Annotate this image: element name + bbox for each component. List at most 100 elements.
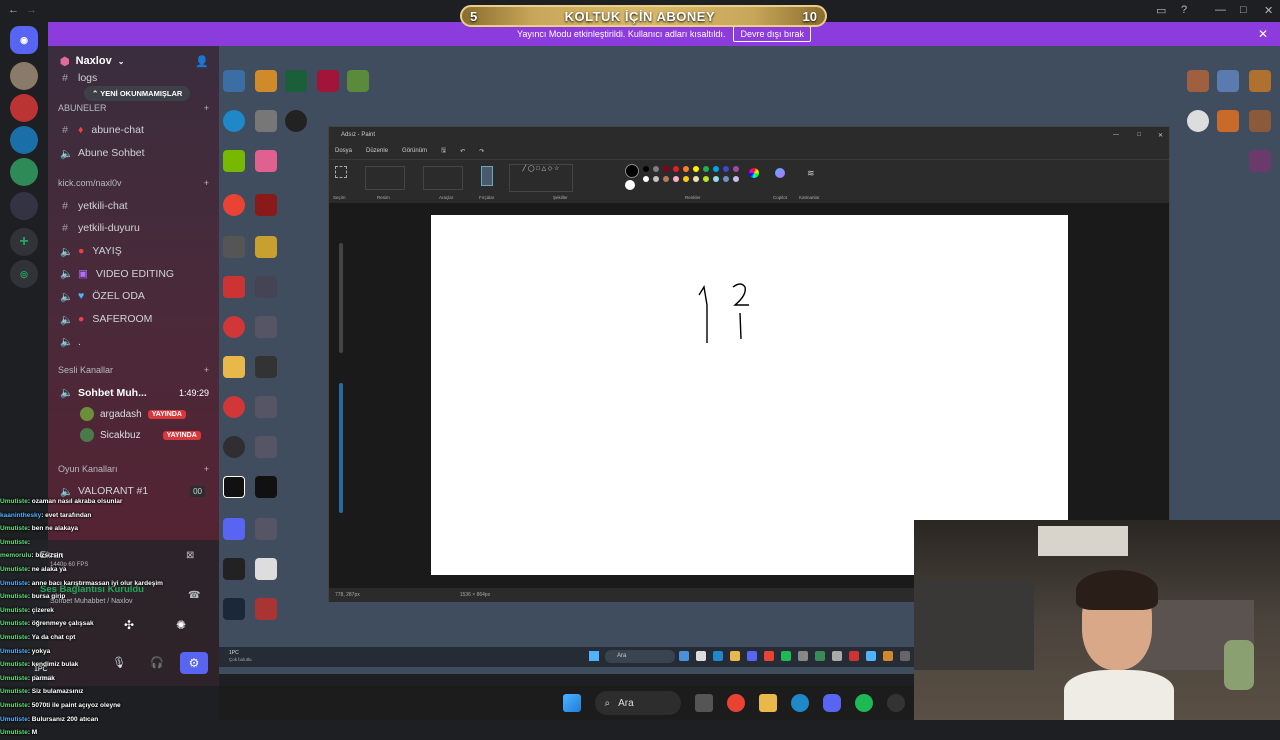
app-icon[interactable] <box>255 236 277 258</box>
color-swatch[interactable] <box>673 166 679 172</box>
category-kick[interactable]: kick.com/naxl0v + <box>48 172 219 194</box>
app-icon[interactable] <box>255 316 277 338</box>
app-icon[interactable] <box>255 276 277 298</box>
channel-video-editing[interactable]: 🔈 ▣ VIDEO EDITING <box>48 262 219 285</box>
add-channel-icon[interactable]: + <box>204 365 209 375</box>
channel-yayis[interactable]: 🔈 ● YAYIŞ <box>48 240 219 263</box>
epic-games-icon[interactable] <box>223 558 245 580</box>
channel-saferoom[interactable]: 🔈 ● SAFEROOM <box>48 308 219 331</box>
taskbar-app-icon[interactable] <box>815 651 825 661</box>
app-icon[interactable] <box>255 110 277 132</box>
copilot-icon[interactable] <box>775 168 785 178</box>
color-swatch[interactable] <box>733 176 739 182</box>
window-close-icon[interactable]: ✕ <box>1264 4 1273 17</box>
back-arrow-icon[interactable]: ← <box>8 4 19 16</box>
color-swatch[interactable] <box>713 176 719 182</box>
valorant-icon[interactable] <box>317 70 339 92</box>
disable-streamer-mode-button[interactable]: Devre dışı bırak <box>733 26 811 42</box>
layers-icon[interactable]: ≋ <box>807 168 815 179</box>
taskbar-app-icon[interactable] <box>832 651 842 661</box>
discord-icon[interactable] <box>822 694 841 712</box>
server-icon[interactable] <box>10 192 38 220</box>
capcut-icon[interactable] <box>223 476 245 498</box>
channel-dot[interactable]: 🔈. <box>48 331 219 354</box>
taskbar-app-icon[interactable] <box>883 651 893 661</box>
taskbar-app-icon[interactable] <box>764 651 774 661</box>
color-swatch[interactable] <box>663 166 669 172</box>
riot-client-icon[interactable] <box>223 396 245 418</box>
opacity-slider[interactable] <box>339 383 343 513</box>
menu-edit[interactable]: Düzenle <box>366 148 388 154</box>
nvidia-icon[interactable] <box>223 150 245 172</box>
menu-file[interactable]: Dosya <box>335 148 352 154</box>
maximize-icon[interactable]: □ <box>1137 132 1141 138</box>
close-icon[interactable]: ✕ <box>1158 132 1163 139</box>
add-channel-icon[interactable]: + <box>204 178 209 188</box>
edit-colors-icon[interactable] <box>749 168 759 178</box>
brush-icon[interactable] <box>481 166 493 186</box>
taskbar-app-icon[interactable] <box>713 651 723 661</box>
invite-icon[interactable]: 👤 <box>195 55 209 68</box>
file-explorer-icon[interactable] <box>758 694 777 712</box>
help-icon[interactable]: ? <box>1181 4 1187 16</box>
rockstar-icon[interactable] <box>1187 110 1209 132</box>
taskbar-app-icon[interactable] <box>798 651 808 661</box>
color-swatch[interactable] <box>653 176 659 182</box>
channel-abune-sohbet[interactable]: 🔈 Abune Sohbet <box>48 142 219 165</box>
league-icon[interactable] <box>285 70 307 92</box>
color-swatch[interactable] <box>673 176 679 182</box>
channel-ozel-oda[interactable]: 🔈 ♥ ÖZEL ODA <box>48 285 219 308</box>
selection-icon[interactable] <box>335 166 347 178</box>
channel-yetkili-duyuru[interactable]: # yetkili-duyuru <box>48 217 219 240</box>
spotify-icon[interactable] <box>854 694 873 712</box>
app-icon[interactable] <box>255 558 277 580</box>
taskbar-app-icon[interactable] <box>781 651 791 661</box>
color-swatch[interactable] <box>723 166 729 172</box>
start-icon[interactable] <box>589 651 599 661</box>
explore-icon[interactable]: ◎ <box>10 260 38 288</box>
obs-icon[interactable] <box>223 436 245 458</box>
app-icon[interactable] <box>255 518 277 540</box>
steam-icon[interactable] <box>223 598 245 620</box>
chrome-icon[interactable] <box>223 194 245 216</box>
color-swatch[interactable] <box>693 176 699 182</box>
save-icon[interactable]: 🖫 <box>441 146 446 156</box>
brush-size-slider[interactable] <box>339 243 343 353</box>
taskbar-app-icon[interactable] <box>730 651 740 661</box>
counter-strike-icon[interactable] <box>255 70 277 92</box>
app-icon[interactable] <box>255 436 277 458</box>
app-icon[interactable] <box>1249 150 1271 172</box>
task-view-icon[interactable] <box>694 694 713 712</box>
banner-close-icon[interactable]: ✕ <box>1258 27 1268 41</box>
menu-view[interactable]: Görünüm <box>402 148 427 154</box>
color-swatch[interactable] <box>733 166 739 172</box>
server-icon[interactable] <box>10 94 38 122</box>
taskbar-app-icon[interactable] <box>866 651 876 661</box>
primary-color[interactable] <box>625 164 639 178</box>
server-icon[interactable] <box>10 158 38 186</box>
add-channel-icon[interactable]: + <box>204 103 209 113</box>
discord-home-icon[interactable]: ◉ <box>10 26 38 54</box>
color-swatch[interactable] <box>653 166 659 172</box>
recycle-bin-icon[interactable] <box>223 70 245 92</box>
obs-icon[interactable] <box>886 694 905 712</box>
redo-icon[interactable]: ↷ <box>479 148 484 155</box>
edge-icon[interactable] <box>223 110 245 132</box>
taskbar-app-icon[interactable] <box>747 651 757 661</box>
color-swatch[interactable] <box>643 176 649 182</box>
app-icon[interactable] <box>255 476 277 498</box>
app-icon[interactable] <box>1187 70 1209 92</box>
app-icon[interactable] <box>255 396 277 418</box>
taskbar-app-icon[interactable] <box>696 651 706 661</box>
discord-icon[interactable] <box>223 518 245 540</box>
folder-icon[interactable] <box>223 356 245 378</box>
color-swatch[interactable] <box>683 176 689 182</box>
app-icon[interactable] <box>1217 70 1239 92</box>
app-icon[interactable] <box>255 194 277 216</box>
voice-user[interactable]: Sicakbuz YAYINDA <box>48 425 219 446</box>
app-icon[interactable] <box>285 110 307 132</box>
color-swatch[interactable] <box>713 166 719 172</box>
app-icon[interactable] <box>255 356 277 378</box>
channel-logs[interactable]: logs <box>78 72 97 84</box>
taskbar-search[interactable]: Ara <box>605 650 675 663</box>
